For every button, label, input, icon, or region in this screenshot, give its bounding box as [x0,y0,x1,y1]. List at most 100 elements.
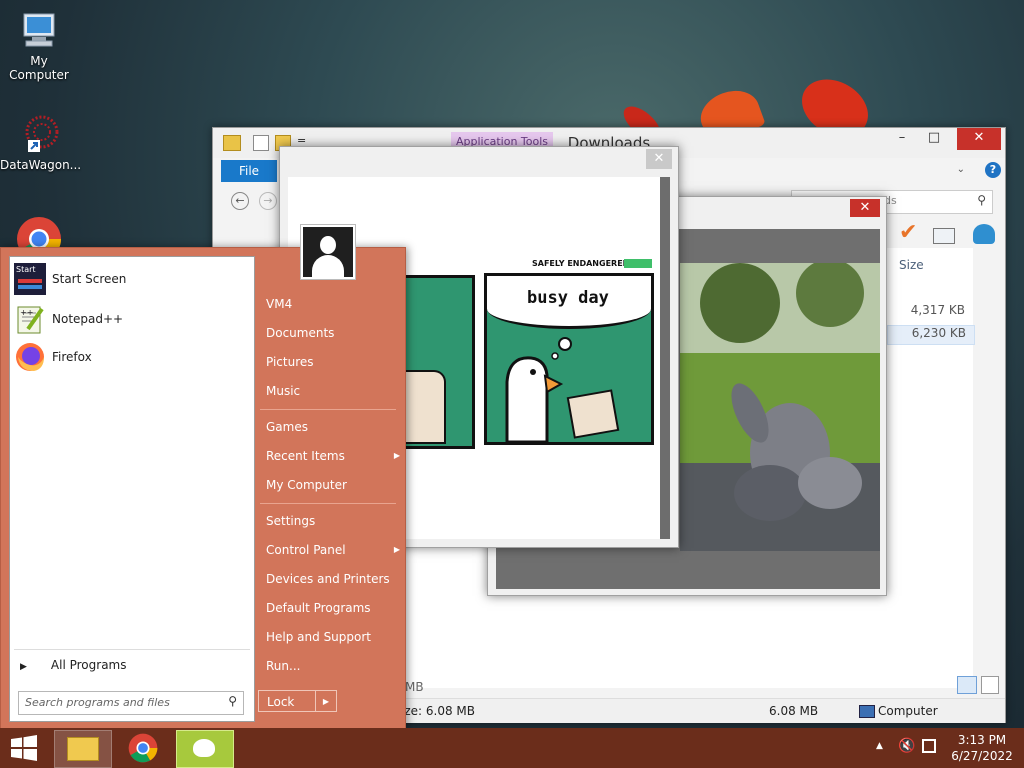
file-explorer-icon [67,737,99,761]
taskbar-chrome[interactable] [116,730,172,766]
forward-button[interactable]: → [259,192,277,210]
start-item-pictures[interactable]: Pictures [258,349,406,375]
comic-panel-right: busy day [484,273,654,445]
desktop-icon-my-computer[interactable]: My Computer [0,10,78,82]
desktop-icon-label: DataWagon... [0,158,82,172]
start-item-documents[interactable]: Documents [258,320,406,346]
computer-small-icon [859,705,875,718]
triangle-right-icon: ▶ [322,697,330,706]
goose-thumbnail-icon [193,739,215,757]
start-item-my-computer[interactable]: My Computer [258,472,406,498]
network-icon[interactable] [922,739,936,753]
status-location: Computer [878,704,938,718]
desktop-icon-label: My Computer [9,54,69,82]
start-item-default-programs[interactable]: Default Programs [258,595,406,621]
computer-icon [18,10,60,52]
large-icons-view-icon[interactable] [981,676,999,694]
datawagon-icon [18,114,60,156]
start-item-devices-printers[interactable]: Devices and Printers [258,566,406,592]
taskbar-image-viewer[interactable] [176,730,234,768]
maximize-button[interactable]: □ [919,128,949,150]
start-item-run[interactable]: Run... [258,653,406,679]
search-placeholder: Search programs and files [25,696,170,709]
search-icon: ⚲ [977,193,986,207]
search-input[interactable]: Search programs and files ⚲ [18,691,244,715]
start-item-vm4[interactable]: VM4 [258,291,406,317]
start-screen-icon: Start [14,263,46,295]
mail-icon[interactable] [933,228,955,244]
submenu-arrow-icon: ▶ [393,451,400,460]
table-row-selected[interactable]: 6,230 KB [887,325,975,345]
file-size: 6,230 KB [911,326,966,340]
program-label: Notepad++ [52,312,124,326]
item-label: Default Programs [266,601,371,615]
start-item-settings[interactable]: Settings [258,508,406,534]
all-programs[interactable]: ▶ All Programs [20,655,246,675]
program-start-screen[interactable]: Start Start Screen [14,261,250,297]
menu-separator [260,409,396,410]
checkmark-icon[interactable]: ✔ [899,220,917,245]
lock-label: Lock [267,695,295,709]
item-label: Recent Items [266,449,345,463]
submenu-arrow-icon: ▶ [393,545,400,554]
item-label: Control Panel [266,543,346,557]
item-label: Pictures [266,355,314,369]
item-label: Devices and Printers [266,572,390,586]
program-label: Firefox [52,350,92,364]
start-item-games[interactable]: Games [258,414,406,440]
taskbar-explorer[interactable] [54,730,112,768]
lock-options-button[interactable]: ▶ [315,690,337,712]
close-button[interactable]: ✕ [957,128,1001,150]
start-item-music[interactable]: Music [258,378,406,404]
ribbon-expand-icon[interactable]: ⌄ [957,164,965,175]
item-label: Settings [266,514,316,528]
taskbar[interactable]: ▲ 🔇 3:13 PM 6/27/2022 [0,728,1024,768]
close-button[interactable]: ✕ [850,199,880,217]
minimize-button[interactable]: – [887,128,917,150]
programs-pane[interactable]: Start Start Screen ++ Notepad++ Firefox … [9,256,255,722]
start-item-control-panel[interactable]: Control Panel ▶ [258,537,406,563]
volume-muted-icon[interactable]: 🔇 [898,738,915,754]
start-item-recent-items[interactable]: Recent Items ▶ [258,443,406,469]
status-size: 6.08 MB [769,704,819,718]
back-button[interactable]: ← [231,192,249,210]
program-label: Start Screen [52,272,127,286]
user-avatar[interactable] [300,224,356,280]
clock[interactable]: 3:13 PM 6/27/2022 [946,732,1018,764]
column-header-size[interactable]: Size [899,258,924,272]
file-tab[interactable]: File [221,160,277,182]
all-programs-label: All Programs [50,658,127,672]
table-row[interactable]: 4,317 KB [887,303,973,321]
comic-caption: busy day [527,288,609,308]
close-button[interactable]: ✕ [646,149,672,169]
scrollbar[interactable] [660,177,670,539]
search-icon: ⚲ [228,694,237,708]
desktop-icon-datawagon[interactable]: DataWagon... [0,114,82,172]
item-label: Help and Support [266,630,371,644]
item-label: VM4 [266,297,293,311]
tray-overflow-icon[interactable]: ▲ [876,741,883,751]
program-firefox[interactable]: Firefox [14,339,250,375]
program-notepadpp[interactable]: ++ Notepad++ [14,301,250,337]
start-item-help-support[interactable]: Help and Support [258,624,406,650]
item-label: Music [266,384,301,398]
pigeons-photo [680,263,880,551]
help-icon[interactable]: ? [985,162,1001,178]
brand-badge [624,259,652,268]
triangle-right-icon: ▶ [20,662,27,672]
clock-date: 6/27/2022 [951,749,1013,763]
lock-button[interactable]: Lock [258,690,316,712]
item-label: My Computer [266,478,347,492]
firefox-icon [14,341,46,373]
menu-separator [260,503,396,504]
svg-text:++: ++ [20,308,33,317]
details-view-icon[interactable] [957,676,977,694]
goose-illustration [505,337,620,442]
comic-brand: SAFELY ENDANGERED [532,259,630,268]
chrome-desktop-icon[interactable] [16,216,62,248]
start-button[interactable] [0,730,48,766]
status-fragment-upper: MB [405,680,424,694]
shell-icon[interactable] [973,224,995,244]
item-label: Documents [266,326,335,340]
clock-time: 3:13 PM [957,733,1007,747]
